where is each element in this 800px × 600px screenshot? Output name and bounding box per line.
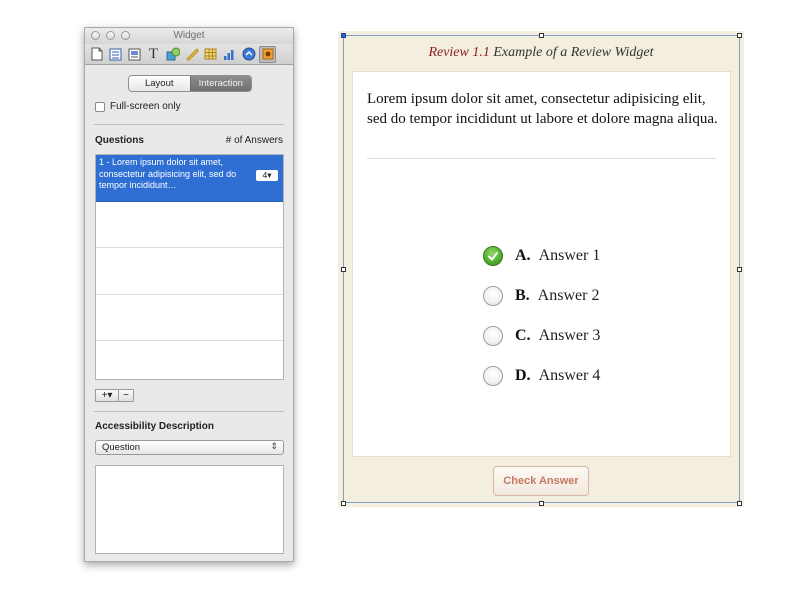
question-row[interactable]: 1 - Lorem ipsum dolor sit amet, consecte… — [96, 155, 283, 202]
resize-handle-top-left[interactable] — [341, 33, 346, 38]
divider — [367, 158, 716, 159]
answer-text: Answer 4 — [538, 367, 601, 384]
graphic-icon[interactable] — [164, 46, 181, 63]
correct-check-icon[interactable] — [483, 246, 503, 266]
resize-handle-bottom-left[interactable] — [341, 501, 346, 506]
review-title: Example of a Review Widget — [493, 45, 654, 60]
radio-button[interactable] — [483, 326, 503, 346]
text-icon[interactable]: T — [145, 46, 162, 63]
inspector-title: Widget — [173, 30, 205, 41]
answer-list: A. Answer 1 B. Answer 2 C. Answer 3 D. A… — [483, 236, 600, 396]
divider — [94, 411, 284, 412]
answer-option-d[interactable]: D. Answer 4 — [483, 356, 600, 396]
question-row-empty[interactable] — [96, 295, 283, 341]
add-remove-controls: +▾ − — [95, 389, 134, 402]
questions-header: Questions # of Answers — [95, 135, 283, 146]
metrics-icon[interactable] — [107, 46, 124, 63]
answer-letter: A. — [515, 247, 531, 264]
inspector-tabs: Layout Interaction — [128, 75, 252, 92]
document-icon[interactable] — [88, 46, 105, 63]
tab-layout[interactable]: Layout — [129, 76, 190, 91]
answer-option-b[interactable]: B. Answer 2 — [483, 276, 600, 316]
check-answer-button[interactable]: Check Answer — [493, 466, 589, 496]
link-icon[interactable] — [240, 46, 257, 63]
add-question-button[interactable]: +▾ — [95, 389, 119, 402]
divider — [94, 124, 284, 125]
answer-letter: D. — [515, 367, 531, 384]
answers-count-label: # of Answers — [225, 135, 283, 146]
answer-option-c[interactable]: C. Answer 3 — [483, 316, 600, 356]
inspector-titlebar[interactable]: Widget — [85, 28, 293, 44]
chevron-updown-icon: ⇕ — [270, 441, 278, 451]
accessibility-label: Accessibility Description — [95, 421, 214, 432]
widget-inspector-panel: Widget T Layout Interaction Full-screen … — [84, 27, 294, 562]
questions-list[interactable]: 1 - Lorem ipsum dolor sit amet, consecte… — [95, 154, 284, 380]
answer-text: Answer 2 — [537, 287, 600, 304]
question-row-empty[interactable] — [96, 202, 283, 248]
widget-icon[interactable] — [259, 45, 276, 63]
answer-option-a[interactable]: A. Answer 1 — [483, 236, 600, 276]
resize-handle-top-right[interactable] — [737, 33, 742, 38]
question-card: Lorem ipsum dolor sit amet, consectetur … — [352, 71, 731, 457]
resize-handle-right[interactable] — [737, 267, 742, 272]
accessibility-description-field[interactable] — [95, 465, 284, 554]
resize-handle-top[interactable] — [539, 33, 544, 38]
questions-label: Questions — [95, 135, 144, 146]
resize-handle-left[interactable] — [341, 267, 346, 272]
chart-icon[interactable] — [221, 46, 238, 63]
answer-text: Answer 3 — [538, 327, 601, 344]
remove-question-button[interactable]: − — [119, 389, 134, 402]
fullscreen-checkbox[interactable] — [95, 101, 105, 112]
fullscreen-option[interactable]: Full-screen only — [95, 101, 181, 112]
accessibility-select[interactable]: Question ⇕ — [95, 440, 284, 455]
answer-letter: B. — [515, 287, 530, 304]
table-icon[interactable] — [202, 46, 219, 63]
tab-interaction[interactable]: Interaction — [189, 76, 251, 91]
ruler-icon[interactable] — [183, 46, 200, 63]
fullscreen-label: Full-screen only — [110, 101, 181, 112]
answer-letter: C. — [515, 327, 531, 344]
radio-button[interactable] — [483, 366, 503, 386]
wrap-icon[interactable] — [126, 46, 143, 63]
accessibility-select-value: Question — [102, 442, 141, 453]
answers-count-popup[interactable]: 4▾ — [256, 170, 278, 181]
question-text: Lorem ipsum dolor sit amet, consectetur … — [367, 91, 718, 127]
question-row-text: 1 - Lorem ipsum dolor sit amet, consecte… — [99, 157, 237, 190]
widget-title: Review 1.1 Example of a Review Widget — [338, 45, 744, 61]
answer-text: Answer 1 — [538, 247, 601, 264]
resize-handle-bottom[interactable] — [539, 501, 544, 506]
inspector-toolbar: T — [85, 44, 293, 65]
resize-handle-bottom-right[interactable] — [737, 501, 742, 506]
radio-button[interactable] — [483, 286, 503, 306]
question-row-empty[interactable] — [96, 248, 283, 295]
review-number: Review 1.1 — [428, 45, 490, 60]
